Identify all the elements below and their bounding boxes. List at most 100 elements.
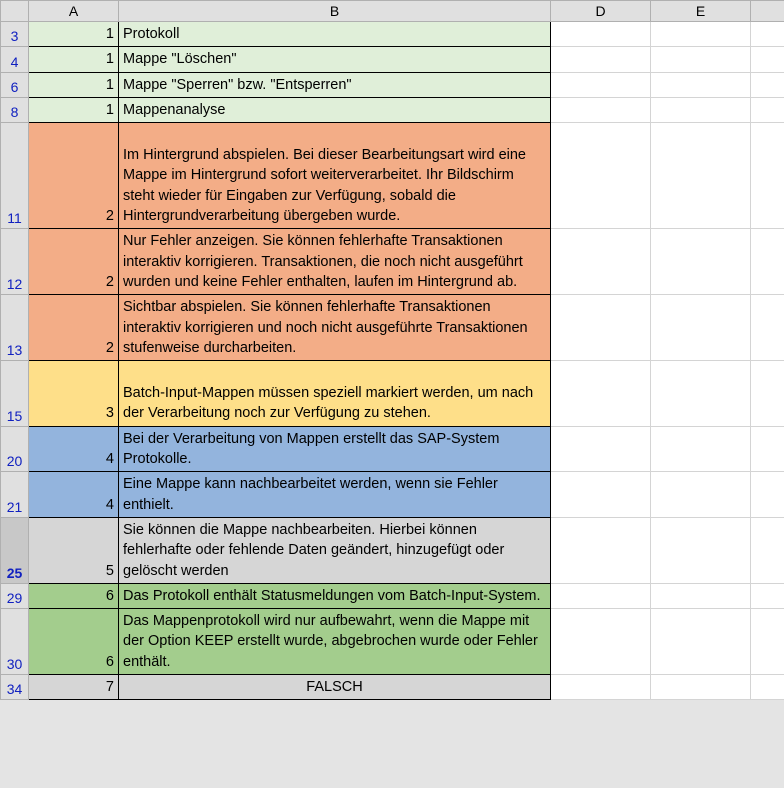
cell-E[interactable] (651, 361, 751, 427)
cell-E[interactable] (651, 229, 751, 295)
cell-F[interactable] (751, 295, 784, 361)
cell-D[interactable] (551, 583, 651, 608)
table-row[interactable]: 306Das Mappenprotokoll wird nur aufbewah… (1, 609, 784, 675)
cell-E[interactable] (651, 47, 751, 72)
cell-E[interactable] (651, 517, 751, 583)
cell-F[interactable] (751, 609, 784, 675)
cell-B[interactable]: Batch-Input-Mappen müssen speziell marki… (119, 361, 551, 427)
cell-B[interactable]: Sichtbar abspielen. Sie können fehlerhaf… (119, 295, 551, 361)
row-header[interactable]: 20 (1, 426, 29, 472)
cell-E[interactable] (651, 72, 751, 97)
cell-A[interactable]: 6 (29, 609, 119, 675)
row-header[interactable]: 11 (1, 123, 29, 229)
cell-F[interactable] (751, 47, 784, 72)
cell-B[interactable]: Im Hintergrund abspielen. Bei dieser Bea… (119, 123, 551, 229)
cell-E[interactable] (651, 583, 751, 608)
cell-D[interactable] (551, 295, 651, 361)
cell-E[interactable] (651, 675, 751, 700)
cell-A[interactable]: 7 (29, 675, 119, 700)
table-row[interactable]: 255Sie können die Mappe nachbearbeiten. … (1, 517, 784, 583)
row-header[interactable]: 25 (1, 517, 29, 583)
table-row[interactable]: 31Protokoll (1, 22, 784, 47)
row-header[interactable]: 15 (1, 361, 29, 427)
corner-cell[interactable] (1, 1, 29, 22)
cell-A[interactable]: 2 (29, 229, 119, 295)
cell-B[interactable]: Nur Fehler anzeigen. Sie können fehlerha… (119, 229, 551, 295)
table-row[interactable]: 347FALSCH (1, 675, 784, 700)
cell-A[interactable]: 1 (29, 72, 119, 97)
cell-F[interactable] (751, 123, 784, 229)
cell-A[interactable]: 1 (29, 97, 119, 122)
cell-B[interactable]: Bei der Verarbeitung von Mappen erstellt… (119, 426, 551, 472)
table-row[interactable]: 61Mappe "Sperren" bzw. "Entsperren" (1, 72, 784, 97)
cell-D[interactable] (551, 517, 651, 583)
cell-F[interactable] (751, 675, 784, 700)
cell-A[interactable]: 4 (29, 426, 119, 472)
cell-D[interactable] (551, 123, 651, 229)
cell-E[interactable] (651, 123, 751, 229)
table-row[interactable]: 296Das Protokoll enthält Statusmeldungen… (1, 583, 784, 608)
cell-B[interactable]: Sie können die Mappe nachbearbeiten. Hie… (119, 517, 551, 583)
table-row[interactable]: 41Mappe "Löschen" (1, 47, 784, 72)
cell-A[interactable]: 2 (29, 295, 119, 361)
col-header-D[interactable]: D (551, 1, 651, 22)
table-row[interactable]: 122Nur Fehler anzeigen. Sie können fehle… (1, 229, 784, 295)
cell-D[interactable] (551, 472, 651, 518)
col-header-E[interactable]: E (651, 1, 751, 22)
cell-B[interactable]: Das Protokoll enthält Statusmeldungen vo… (119, 583, 551, 608)
cell-E[interactable] (651, 97, 751, 122)
cell-A[interactable]: 5 (29, 517, 119, 583)
col-header-B[interactable]: B (119, 1, 551, 22)
row-header[interactable]: 13 (1, 295, 29, 361)
cell-D[interactable] (551, 97, 651, 122)
table-row[interactable]: 204Bei der Verarbeitung von Mappen erste… (1, 426, 784, 472)
cell-B[interactable]: FALSCH (119, 675, 551, 700)
cell-A[interactable]: 4 (29, 472, 119, 518)
cell-D[interactable] (551, 361, 651, 427)
cell-B[interactable]: Mappe "Sperren" bzw. "Entsperren" (119, 72, 551, 97)
col-header-partial[interactable] (751, 1, 784, 22)
cell-D[interactable] (551, 22, 651, 47)
cell-E[interactable] (651, 426, 751, 472)
cell-F[interactable] (751, 472, 784, 518)
cell-A[interactable]: 3 (29, 361, 119, 427)
cell-E[interactable] (651, 22, 751, 47)
row-header[interactable]: 21 (1, 472, 29, 518)
cell-F[interactable] (751, 517, 784, 583)
cell-F[interactable] (751, 22, 784, 47)
table-row[interactable]: 214Eine Mappe kann nachbearbeitet werden… (1, 472, 784, 518)
cell-F[interactable] (751, 229, 784, 295)
cell-B[interactable]: Protokoll (119, 22, 551, 47)
cell-E[interactable] (651, 609, 751, 675)
cell-B[interactable]: Das Mappenprotokoll wird nur aufbewahrt,… (119, 609, 551, 675)
cell-D[interactable] (551, 675, 651, 700)
row-header[interactable]: 3 (1, 22, 29, 47)
cell-B[interactable]: Eine Mappe kann nachbearbeitet werden, w… (119, 472, 551, 518)
cell-A[interactable]: 1 (29, 47, 119, 72)
row-header[interactable]: 30 (1, 609, 29, 675)
cell-A[interactable]: 6 (29, 583, 119, 608)
spreadsheet-table[interactable]: A B D E 31Protokoll41Mappe "Löschen"61Ma… (0, 0, 784, 700)
table-row[interactable]: 132Sichtbar abspielen. Sie können fehler… (1, 295, 784, 361)
table-row[interactable]: 153Batch-Input-Mappen müssen speziell ma… (1, 361, 784, 427)
cell-F[interactable] (751, 583, 784, 608)
cell-D[interactable] (551, 426, 651, 472)
row-header[interactable]: 4 (1, 47, 29, 72)
row-header[interactable]: 8 (1, 97, 29, 122)
row-header[interactable]: 29 (1, 583, 29, 608)
cell-A[interactable]: 1 (29, 22, 119, 47)
cell-D[interactable] (551, 229, 651, 295)
cell-F[interactable] (751, 97, 784, 122)
row-header[interactable]: 34 (1, 675, 29, 700)
cell-E[interactable] (651, 295, 751, 361)
cell-A[interactable]: 2 (29, 123, 119, 229)
cell-B[interactable]: Mappenanalyse (119, 97, 551, 122)
row-header[interactable]: 12 (1, 229, 29, 295)
cell-D[interactable] (551, 47, 651, 72)
cell-F[interactable] (751, 361, 784, 427)
table-row[interactable]: 112Im Hintergrund abspielen. Bei dieser … (1, 123, 784, 229)
table-row[interactable]: 81Mappenanalyse (1, 97, 784, 122)
cell-E[interactable] (651, 472, 751, 518)
cell-F[interactable] (751, 72, 784, 97)
cell-F[interactable] (751, 426, 784, 472)
